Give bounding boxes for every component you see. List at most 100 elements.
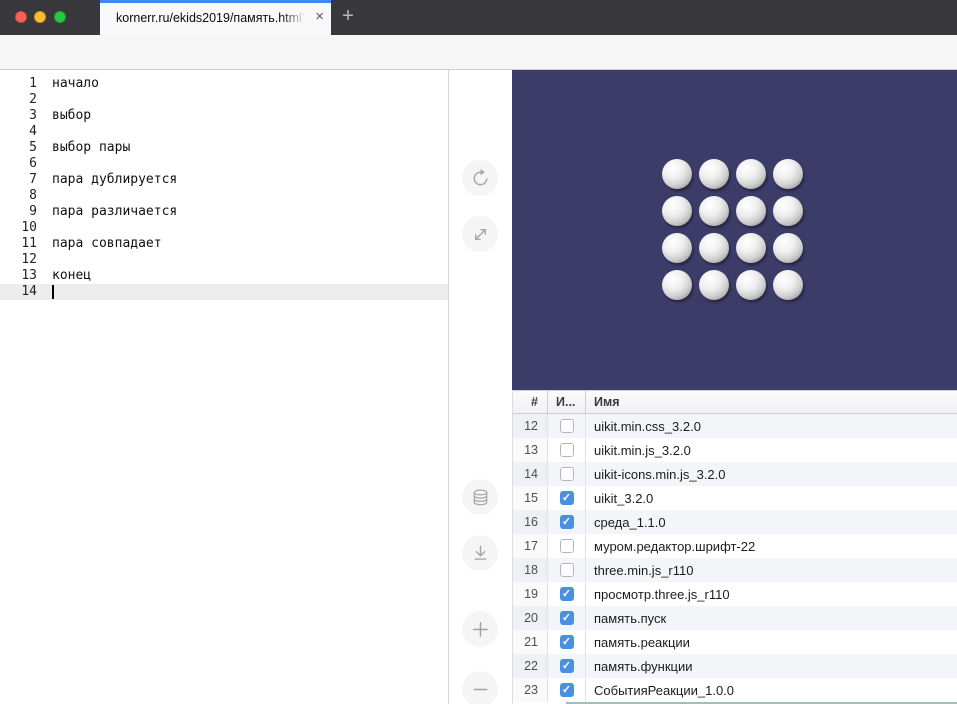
- memory-sphere[interactable]: [662, 159, 692, 189]
- line-number: 1: [0, 76, 37, 92]
- line-number: 11: [0, 236, 37, 252]
- file-name: просмотр.three.js_r110: [586, 582, 957, 606]
- file-row-number: 20: [513, 606, 548, 630]
- close-window-button[interactable]: [15, 11, 27, 23]
- 3d-viewport[interactable]: [512, 70, 957, 390]
- file-row[interactable]: 12uikit.min.css_3.2.0: [513, 414, 957, 438]
- file-row-number: 16: [513, 510, 548, 534]
- line-number: 6: [0, 156, 37, 172]
- database-icon: [469, 486, 492, 509]
- fullscreen-window-button[interactable]: [54, 11, 66, 23]
- memory-sphere[interactable]: [699, 196, 729, 226]
- file-row[interactable]: 21✓память.реакции: [513, 630, 957, 654]
- remove-button[interactable]: [462, 671, 498, 704]
- file-name: память.функции: [586, 654, 957, 678]
- add-button[interactable]: [462, 611, 498, 647]
- file-row[interactable]: 20✓память.пуск: [513, 606, 957, 630]
- editor-line: 4: [0, 124, 448, 140]
- file-row[interactable]: 14uikit-icons.min.js_3.2.0: [513, 462, 957, 486]
- tab-bar: kornerr.ru/ekids2019/память.html?0 × +: [0, 0, 957, 35]
- editor-line: 12: [0, 252, 448, 268]
- file-checkbox-cell: [548, 558, 586, 582]
- column-header-used[interactable]: И...: [548, 391, 586, 413]
- memory-sphere[interactable]: [736, 196, 766, 226]
- file-row[interactable]: 19✓просмотр.three.js_r110: [513, 582, 957, 606]
- file-row-number: 23: [513, 678, 548, 702]
- file-checkbox[interactable]: [560, 419, 574, 433]
- line-text: выбор: [37, 108, 91, 124]
- browser-tab[interactable]: kornerr.ru/ekids2019/память.html?0 ×: [100, 0, 331, 35]
- file-row[interactable]: 16✓среда_1.1.0: [513, 510, 957, 534]
- file-checkbox[interactable]: ✓: [560, 659, 574, 673]
- memory-sphere[interactable]: [662, 196, 692, 226]
- file-row[interactable]: 15 ✓ uikit_3.2.0: [513, 486, 957, 510]
- memory-sphere[interactable]: [736, 233, 766, 263]
- file-checkbox[interactable]: [560, 443, 574, 457]
- memory-sphere[interactable]: [699, 159, 729, 189]
- file-checkbox[interactable]: ✓: [560, 491, 574, 505]
- memory-sphere[interactable]: [662, 270, 692, 300]
- editor-line: 6: [0, 156, 448, 172]
- file-checkbox-cell: ✓: [548, 582, 586, 606]
- close-tab-icon[interactable]: ×: [315, 0, 324, 35]
- memory-sphere[interactable]: [773, 159, 803, 189]
- minus-icon: [469, 678, 492, 701]
- editor-line: 10: [0, 220, 448, 236]
- editor-line: 7пара дублируется: [0, 172, 448, 188]
- file-row[interactable]: 17муром.редактор.шрифт-22: [513, 534, 957, 558]
- file-table-header: # И... Имя: [513, 390, 957, 414]
- line-number: 5: [0, 140, 37, 156]
- new-tab-button[interactable]: +: [336, 0, 360, 35]
- line-number: 14: [0, 284, 37, 300]
- file-checkbox-cell: ✓: [548, 510, 586, 534]
- file-row-number: 15: [513, 486, 548, 510]
- file-name: uikit_3.2.0: [586, 486, 957, 510]
- file-table: # И... Имя 12uikit.min.css_3.2.013uikit.…: [512, 390, 957, 704]
- line-text: конец: [37, 268, 91, 284]
- memory-sphere[interactable]: [662, 233, 692, 263]
- editor-line: 14: [0, 284, 448, 300]
- editor-line: 9пара различается: [0, 204, 448, 220]
- file-checkbox[interactable]: ✓: [560, 611, 574, 625]
- line-number: 7: [0, 172, 37, 188]
- file-checkbox-cell: [548, 462, 586, 486]
- memory-sphere[interactable]: [773, 233, 803, 263]
- file-checkbox-cell: ✓: [548, 630, 586, 654]
- refresh-button[interactable]: [462, 160, 498, 196]
- file-row[interactable]: 13uikit.min.js_3.2.0: [513, 438, 957, 462]
- memory-sphere[interactable]: [699, 233, 729, 263]
- file-name: uikit.min.js_3.2.0: [586, 438, 957, 462]
- column-header-name[interactable]: Имя: [586, 391, 957, 413]
- file-row[interactable]: 23✓СобытияРеакции_1.0.0: [513, 678, 957, 702]
- editor-line: 1начало: [0, 76, 448, 92]
- navigation-toolbar: kornerr.ru/ekids2019/память.html?0: [0, 35, 957, 70]
- tab-title: kornerr.ru/ekids2019/память.html?0: [116, 0, 308, 35]
- file-row[interactable]: 22✓память.функции: [513, 654, 957, 678]
- file-row-number: 18: [513, 558, 548, 582]
- file-row-number: 12: [513, 414, 548, 438]
- line-number: 10: [0, 220, 37, 236]
- memory-sphere[interactable]: [773, 270, 803, 300]
- file-row[interactable]: 18three.min.js_r110: [513, 558, 957, 582]
- file-checkbox[interactable]: [560, 563, 574, 577]
- column-header-number[interactable]: #: [513, 391, 548, 413]
- memory-sphere[interactable]: [699, 270, 729, 300]
- memory-sphere[interactable]: [736, 159, 766, 189]
- editor-line: 2: [0, 92, 448, 108]
- code-editor[interactable]: 1начало23выбор45выбор пары67пара дублиру…: [0, 70, 449, 704]
- minimize-window-button[interactable]: [34, 11, 46, 23]
- line-text: пара дублируется: [37, 172, 177, 188]
- memory-sphere[interactable]: [773, 196, 803, 226]
- plus-icon: [469, 618, 492, 641]
- download-button[interactable]: [462, 535, 498, 571]
- line-number: 13: [0, 268, 37, 284]
- memory-sphere[interactable]: [736, 270, 766, 300]
- file-checkbox[interactable]: ✓: [560, 635, 574, 649]
- file-checkbox[interactable]: ✓: [560, 515, 574, 529]
- database-button[interactable]: [462, 479, 498, 515]
- file-checkbox[interactable]: [560, 467, 574, 481]
- expand-button[interactable]: [462, 216, 498, 252]
- file-checkbox[interactable]: [560, 539, 574, 553]
- file-checkbox[interactable]: ✓: [560, 683, 574, 697]
- file-checkbox[interactable]: ✓: [560, 587, 574, 601]
